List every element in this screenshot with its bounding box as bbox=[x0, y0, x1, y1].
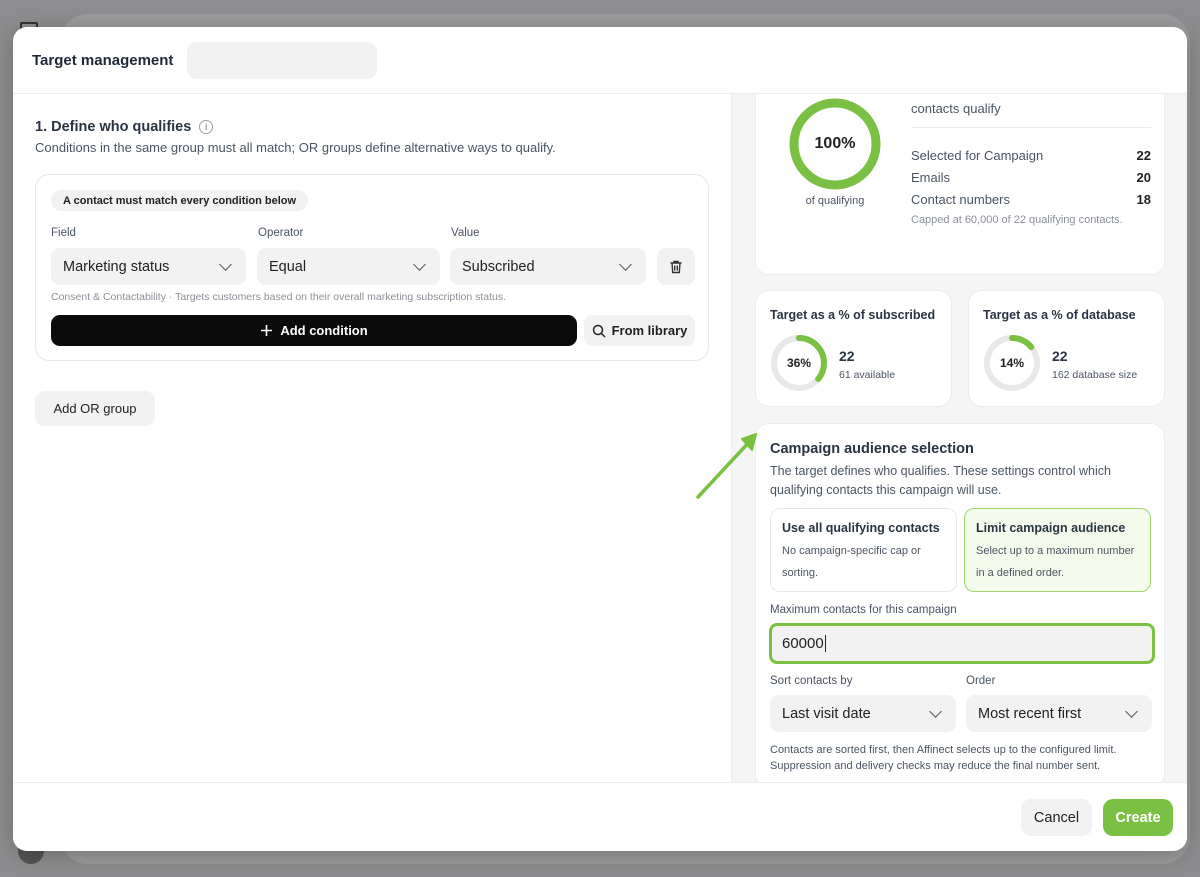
order-select-value: Most recent first bbox=[978, 705, 1082, 722]
info-icon[interactable]: i bbox=[199, 120, 214, 134]
target-name-input[interactable] bbox=[187, 42, 377, 79]
subscribed-percent-card: Target as a % of subscribed 36% 22 61 av… bbox=[755, 290, 952, 407]
subscribed-percent: 36% bbox=[786, 356, 812, 370]
condition-hint: Consent & Contactability · Targets custo… bbox=[51, 291, 507, 303]
add-condition-button[interactable]: Add condition bbox=[51, 315, 577, 346]
define-title: 1. Define who qualifies bbox=[35, 119, 192, 135]
text-caret bbox=[824, 635, 826, 652]
database-value: 22 bbox=[1052, 348, 1068, 364]
search-icon bbox=[592, 324, 606, 338]
max-contacts-label: Maximum contacts for this campaign bbox=[770, 604, 957, 616]
sort-label: Sort contacts by bbox=[770, 675, 853, 687]
database-percent-card: Target as a % of database 14% 22 162 dat… bbox=[968, 290, 1165, 407]
plus-icon bbox=[261, 325, 273, 336]
stat-label: Selected for Campaign bbox=[911, 148, 1044, 163]
max-contacts-value: 60000 bbox=[782, 635, 824, 652]
operator-select[interactable]: Equal bbox=[257, 248, 440, 285]
option-description: No campaign-specific cap or sorting. bbox=[782, 545, 921, 579]
stat-row-emails: Emails 20 bbox=[911, 170, 1151, 185]
qualify-caption: of qualifying bbox=[805, 195, 865, 207]
chevron-down-icon bbox=[219, 257, 232, 271]
condition-group: A contact must match every condition bel… bbox=[35, 174, 709, 361]
operator-select-value: Equal bbox=[269, 258, 307, 275]
order-label: Order bbox=[966, 675, 996, 687]
qualify-percent: 100% bbox=[814, 135, 856, 152]
audience-description: The target defines who qualifies. These … bbox=[770, 464, 1111, 497]
chevron-down-icon bbox=[929, 704, 942, 718]
subscribed-card-title: Target as a % of subscribed bbox=[770, 308, 936, 322]
order-select[interactable]: Most recent first bbox=[966, 695, 1152, 732]
from-library-button[interactable]: From library bbox=[584, 315, 695, 346]
modal-title: Target management bbox=[32, 51, 174, 69]
summary-divider bbox=[911, 127, 1151, 128]
stat-row-selected: Selected for Campaign 22 bbox=[911, 148, 1151, 163]
value-select-value: Subscribed bbox=[462, 258, 535, 275]
option-limit-audience[interactable]: Limit campaign audience Select up to a m… bbox=[964, 508, 1151, 592]
database-percent: 14% bbox=[999, 356, 1025, 370]
add-or-group-button[interactable]: Add OR group bbox=[35, 391, 155, 426]
chevron-down-icon bbox=[1125, 704, 1138, 718]
operator-label: Operator bbox=[258, 227, 304, 239]
audience-footnote: Contacts are sorted first, then Affinect… bbox=[770, 744, 1117, 772]
qualify-summary-card: 100% of qualifying contacts qualify Sele… bbox=[755, 94, 1165, 275]
define-description: Conditions in the same group must all ma… bbox=[35, 140, 556, 155]
annotation-arrow-icon bbox=[696, 433, 757, 499]
modal-header: Target management bbox=[13, 27, 1187, 94]
stat-value: 22 bbox=[1136, 148, 1151, 163]
sort-select[interactable]: Last visit date bbox=[770, 695, 956, 732]
from-library-label: From library bbox=[611, 323, 688, 338]
option-use-all-contacts[interactable]: Use all qualifying contacts No campaign-… bbox=[770, 508, 957, 592]
sort-select-value: Last visit date bbox=[782, 705, 871, 722]
qualify-label: contacts qualify bbox=[911, 101, 1001, 116]
delete-condition-button[interactable] bbox=[657, 248, 695, 285]
define-panel: 1. Define who qualifies i Conditions in … bbox=[13, 94, 731, 782]
audience-title: Campaign audience selection bbox=[770, 441, 974, 457]
value-label: Value bbox=[451, 227, 480, 239]
subscribed-available: 61 available bbox=[839, 369, 896, 381]
modal-footer: Cancel Create bbox=[13, 782, 1187, 851]
max-contacts-input[interactable]: 60000 bbox=[769, 623, 1155, 664]
stat-value: 20 bbox=[1136, 170, 1151, 185]
option-title: Use all qualifying contacts bbox=[782, 521, 940, 535]
stat-value: 18 bbox=[1136, 192, 1151, 207]
stat-label: Emails bbox=[911, 170, 951, 185]
stat-row-contact-numbers: Contact numbers 18 bbox=[911, 192, 1151, 207]
define-section-heading: 1. Define who qualifies i bbox=[35, 119, 214, 135]
summary-panel: 100% of qualifying contacts qualify Sele… bbox=[731, 94, 1187, 782]
group-match-pill: A contact must match every condition bel… bbox=[51, 190, 309, 211]
subscribed-value: 22 bbox=[839, 348, 855, 364]
field-select[interactable]: Marketing status bbox=[51, 248, 246, 285]
stat-label: Contact numbers bbox=[911, 192, 1010, 207]
target-management-modal: Target management 1. Define who qualifie… bbox=[13, 27, 1187, 851]
field-select-value: Marketing status bbox=[63, 258, 170, 275]
campaign-audience-card: Campaign audience selection The target d… bbox=[755, 423, 1165, 782]
value-select[interactable]: Subscribed bbox=[450, 248, 646, 285]
database-size: 162 database size bbox=[1052, 369, 1138, 381]
option-description: Select up to a maximum number in a defin… bbox=[976, 545, 1135, 579]
field-label: Field bbox=[51, 227, 76, 239]
trash-icon bbox=[670, 260, 682, 273]
create-button[interactable]: Create bbox=[1103, 799, 1173, 836]
chevron-down-icon bbox=[413, 257, 426, 271]
database-card-title: Target as a % of database bbox=[983, 308, 1136, 322]
cancel-button[interactable]: Cancel bbox=[1021, 799, 1092, 836]
chevron-down-icon bbox=[619, 257, 632, 271]
capped-note: Capped at 60,000 of 22 qualifying contac… bbox=[911, 214, 1123, 226]
option-title: Limit campaign audience bbox=[976, 521, 1126, 535]
add-condition-label: Add condition bbox=[280, 323, 368, 338]
